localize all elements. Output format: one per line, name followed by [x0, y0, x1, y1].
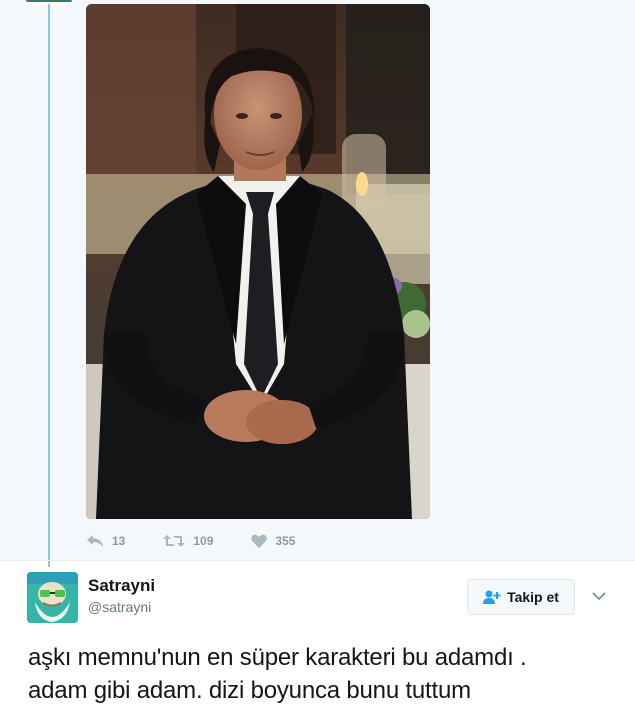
reply-count: 13 — [112, 534, 126, 548]
user-handle[interactable]: @satrayni — [88, 599, 151, 615]
thread-connector-line — [48, 0, 50, 567]
chevron-down-icon[interactable] — [590, 589, 608, 603]
avatar-image — [27, 572, 78, 623]
tweet-1: 13 109 355 — [0, 0, 635, 567]
like-count: 355 — [275, 534, 296, 548]
retweet-icon — [163, 535, 186, 547]
tweet-text-line-2: adam gibi adam. dizi boyunca bunu tuttum — [28, 677, 471, 704]
follow-button[interactable]: Takip et — [467, 579, 575, 615]
reply-icon — [87, 535, 103, 547]
heart-icon — [251, 534, 268, 548]
reply-action[interactable]: 13 — [86, 534, 125, 548]
photo-image — [86, 4, 430, 519]
retweet-count: 109 — [193, 534, 214, 548]
avatar[interactable] — [27, 572, 78, 623]
tweet-actions: 13 109 355 — [86, 530, 333, 552]
tweet-text-line-1: aşkı memnu'nun en süper karakteri bu ada… — [28, 644, 527, 671]
display-name[interactable]: Satrayni — [88, 576, 155, 596]
like-action[interactable]: 355 — [251, 534, 295, 548]
add-user-icon — [483, 590, 501, 604]
tweet-photo[interactable] — [86, 4, 430, 519]
tweet-text: aşkı memnu'nun en süper karakteri bu ada… — [28, 641, 618, 707]
retweet-action[interactable]: 109 — [163, 534, 213, 548]
follow-button-label: Takip et — [507, 589, 559, 605]
divider — [0, 560, 635, 561]
avatar[interactable] — [24, 0, 74, 4]
